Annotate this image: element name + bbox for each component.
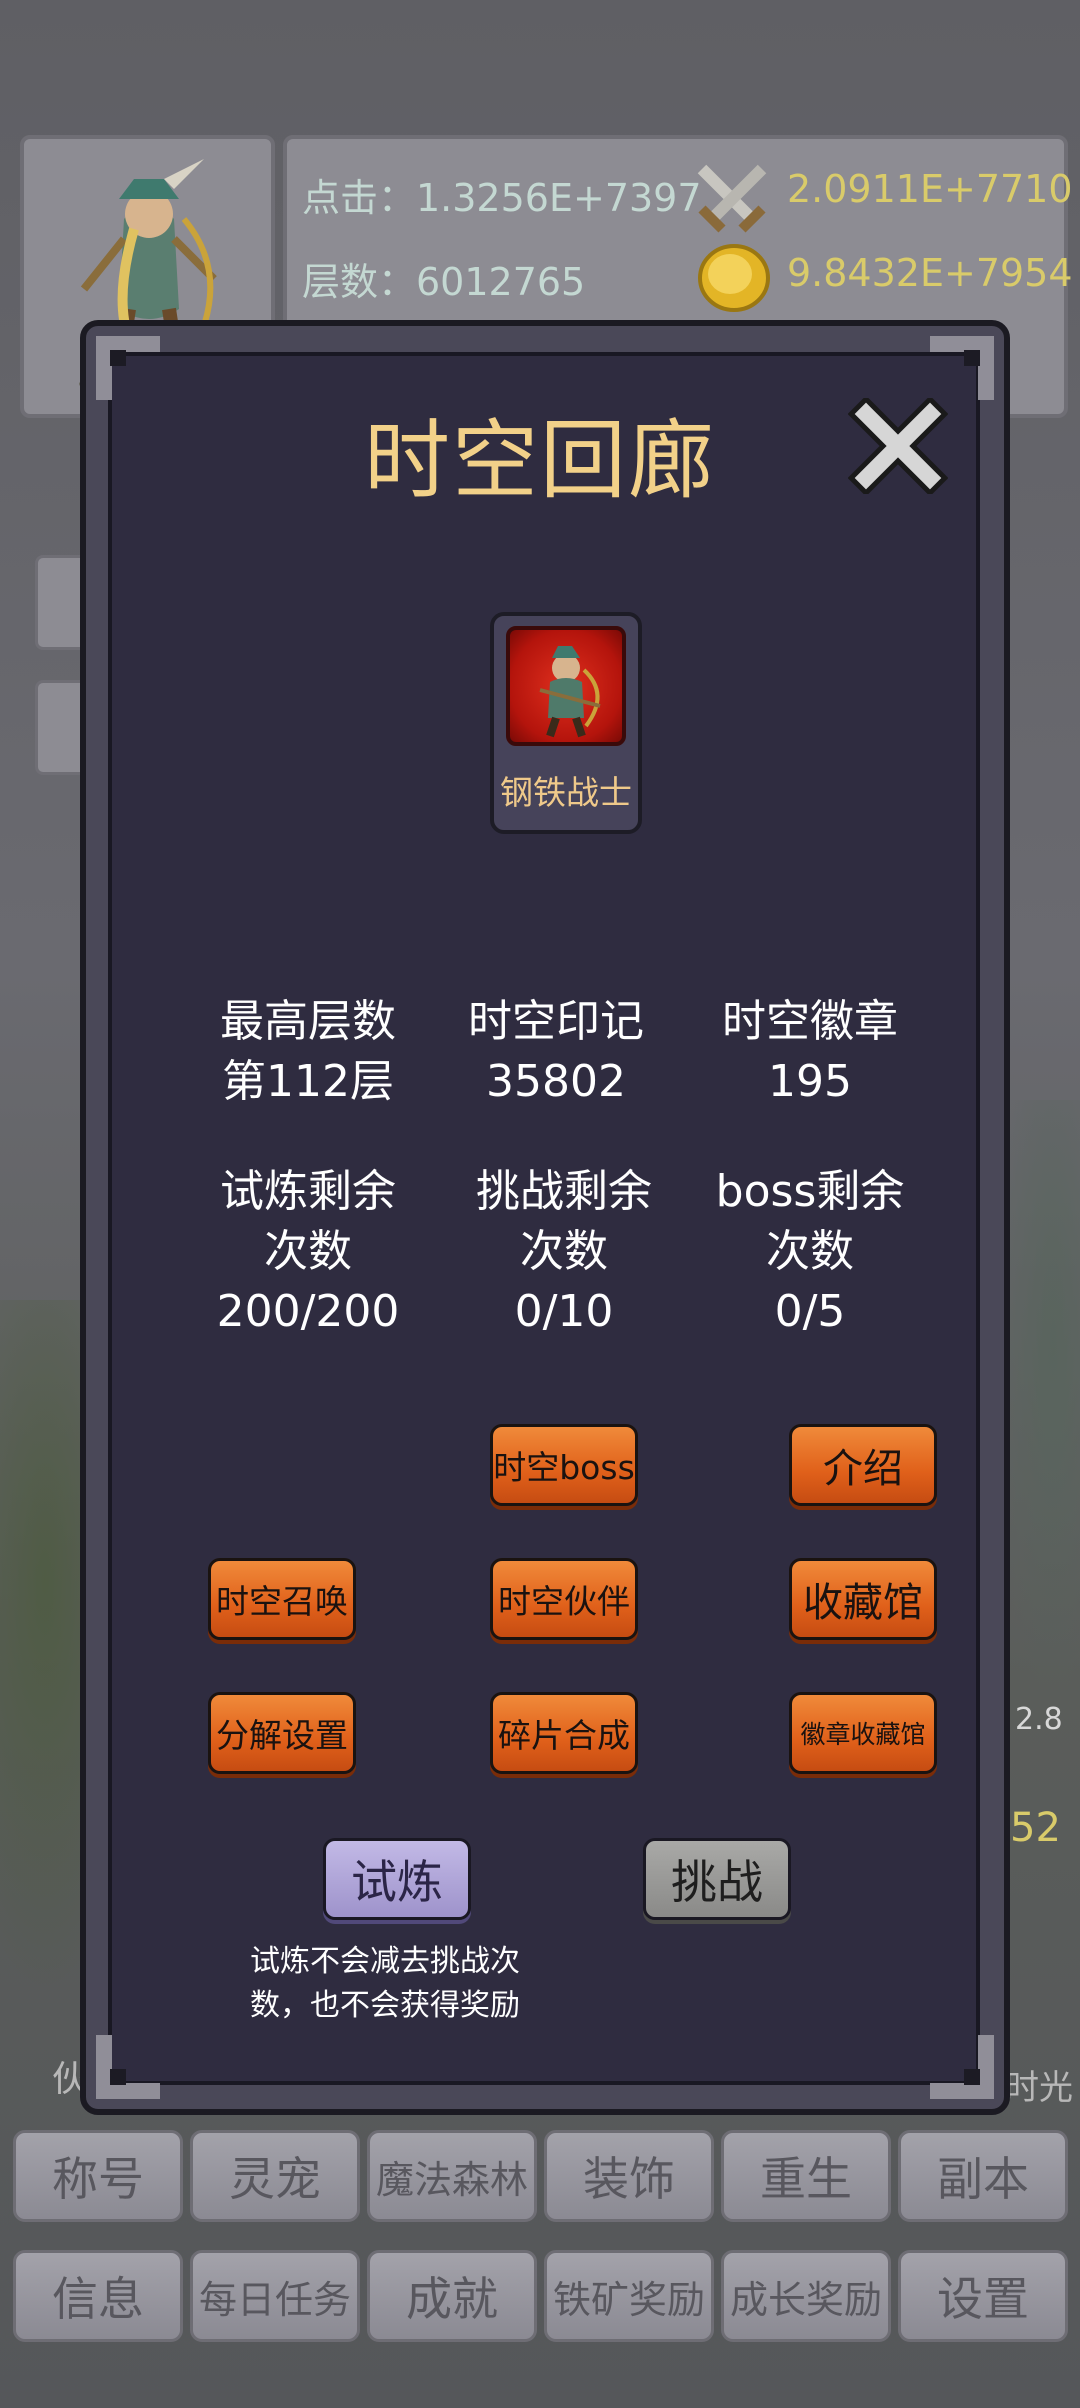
stat-label: 时空徽章 (722, 996, 898, 1047)
fragment-synthesis-button[interactable]: 碎片合成 (490, 1692, 638, 1774)
remaining-label: boss剩余 (715, 1166, 905, 1217)
side-value-1: 2.8 (1015, 1702, 1063, 1737)
close-icon[interactable] (848, 398, 948, 494)
trial-button[interactable]: 试炼 (323, 1838, 471, 1920)
character-name: 钢铁战士 (500, 773, 632, 812)
remaining-trials: 试炼剩余 次数 200/200 (178, 1162, 438, 1342)
menu-dungeon-button[interactable]: 副本 (898, 2130, 1068, 2222)
menu-iron-reward-button[interactable]: 铁矿奖励 (544, 2250, 714, 2342)
crossed-swords-icon (697, 164, 767, 233)
remaining-label-2: 次数 (264, 1226, 352, 1277)
frame-corner-ornament (922, 2027, 1002, 2107)
menu-decoration-button[interactable]: 装饰 (544, 2130, 714, 2222)
spacetime-boss-button[interactable]: 时空boss (490, 1424, 638, 1506)
trial-note: 试炼不会减去挑战次数，也不会获得奖励 (250, 1944, 520, 2023)
remaining-label-2: 次数 (520, 1226, 608, 1277)
menu-growth-reward-button[interactable]: 成长奖励 (721, 2250, 891, 2342)
menu-daily-tasks-button[interactable]: 每日任务 (190, 2250, 360, 2342)
stat-value: 35802 (486, 1056, 626, 1107)
challenge-button[interactable]: 挑战 (643, 1838, 791, 1920)
side-text-right: 时光 (1005, 2068, 1073, 2108)
remaining-value: 0/5 (774, 1286, 846, 1337)
remaining-challenges: 挑战剩余 次数 0/10 (434, 1162, 694, 1342)
stat-label: 时空印记 (468, 996, 644, 1047)
spacetime-summon-button[interactable]: 时空召唤 (208, 1558, 356, 1640)
gold-value: 9.8432E+7954 (787, 251, 1073, 295)
frame-corner-ornament (88, 328, 168, 408)
character-card[interactable]: 钢铁战士 (490, 612, 642, 834)
attack-value: 2.0911E+7710 (787, 167, 1073, 211)
remaining-boss: boss剩余 次数 0/5 (680, 1162, 940, 1342)
decompose-settings-button[interactable]: 分解设置 (208, 1692, 356, 1774)
iron-warrior-portrait-icon (506, 626, 626, 746)
menu-settings-button[interactable]: 设置 (898, 2250, 1068, 2342)
side-value-2: 52 (1010, 1805, 1061, 1851)
collection-hall-button[interactable]: 收藏馆 (789, 1558, 937, 1640)
click-power-label: 点击：1.3256E+7397 (302, 176, 702, 220)
menu-title-button[interactable]: 称号 (13, 2130, 183, 2222)
introduction-button[interactable]: 介绍 (789, 1424, 937, 1506)
stat-value: 195 (768, 1056, 852, 1107)
menu-magic-forest-button[interactable]: 魔法森林 (367, 2130, 537, 2222)
menu-rebirth-button[interactable]: 重生 (721, 2130, 891, 2222)
remaining-label-2: 次数 (766, 1226, 854, 1277)
remaining-label: 试炼剩余 (220, 1166, 396, 1217)
stat-spacetime-mark: 时空印记 35802 (426, 992, 686, 1112)
badge-collection-button[interactable]: 徽章收藏馆 (789, 1692, 937, 1774)
frame-corner-ornament (922, 328, 1002, 408)
menu-pet-button[interactable]: 灵宠 (190, 2130, 360, 2222)
menu-achievement-button[interactable]: 成就 (367, 2250, 537, 2342)
stat-value: 第112层 (222, 1056, 394, 1107)
stat-max-floor: 最高层数 第112层 (178, 992, 438, 1112)
menu-info-button[interactable]: 信息 (13, 2250, 183, 2342)
stat-label: 最高层数 (220, 996, 396, 1047)
remaining-value: 200/200 (216, 1286, 400, 1337)
dialog-title: 时空回廊 (364, 411, 716, 511)
stat-spacetime-badge: 时空徽章 195 (680, 992, 940, 1112)
floor-count-label: 层数：6012765 (302, 260, 586, 304)
remaining-value: 0/10 (514, 1286, 614, 1337)
spacetime-partner-button[interactable]: 时空伙伴 (490, 1558, 638, 1640)
frame-corner-ornament (88, 2027, 168, 2107)
gold-coin-icon (698, 244, 770, 312)
remaining-label: 挑战剩余 (476, 1166, 652, 1217)
